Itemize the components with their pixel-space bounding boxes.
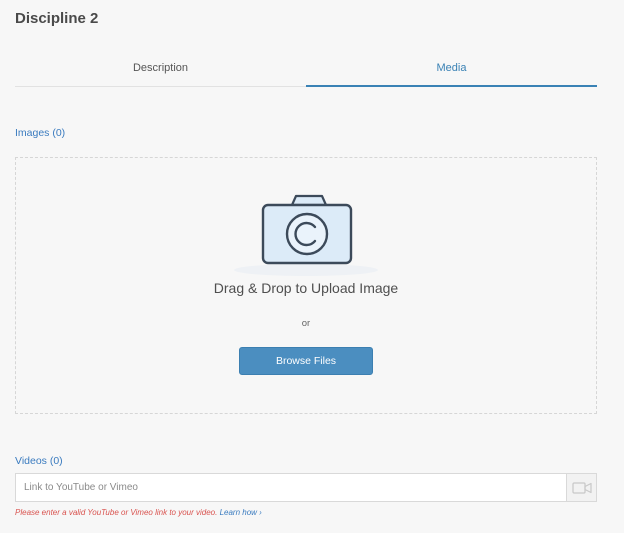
video-camera-icon[interactable] <box>567 473 597 502</box>
images-section-label: Images (0) <box>15 127 66 139</box>
learn-how-link[interactable]: Learn how › <box>220 508 262 517</box>
drag-drop-text: Drag & Drop to Upload Image <box>213 280 399 296</box>
video-error-text: Please enter a valid YouTube or Vimeo li… <box>15 508 218 517</box>
videos-section-label: Videos (0) <box>15 455 63 467</box>
browse-files-button[interactable]: Browse Files <box>239 347 373 375</box>
image-dropzone[interactable]: Drag & Drop to Upload Image or Browse Fi… <box>15 157 597 414</box>
or-separator: or <box>301 318 311 329</box>
camera-icon <box>226 192 386 276</box>
tab-bar: Description Media <box>15 56 597 87</box>
video-link-input[interactable] <box>15 473 567 502</box>
page-title: Discipline 2 <box>15 10 99 27</box>
video-link-row <box>15 473 597 502</box>
tab-media[interactable]: Media <box>306 56 597 87</box>
video-error-message: Please enter a valid YouTube or Vimeo li… <box>15 508 262 517</box>
tab-description[interactable]: Description <box>15 56 306 86</box>
